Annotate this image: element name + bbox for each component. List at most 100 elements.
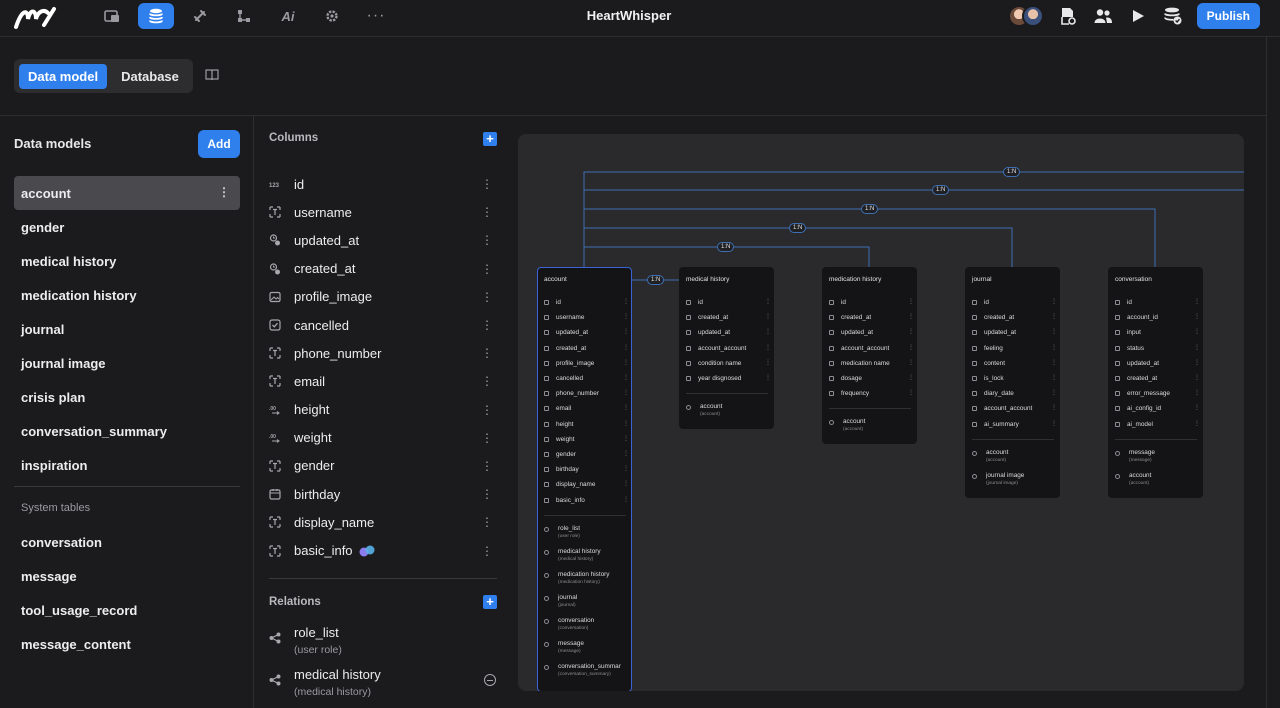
more-vertical-icon[interactable]: ⋮ [481, 431, 493, 445]
table-card-relation[interactable]: account (account) [686, 403, 772, 423]
table-card-field[interactable]: updated_at ⋮ [544, 328, 629, 338]
more-vertical-icon[interactable]: ⋮ [1051, 298, 1057, 307]
doc-settings-icon[interactable] [1057, 5, 1079, 27]
table-card-field[interactable]: updated_at ⋮ [829, 328, 914, 338]
table-card-field[interactable]: profile_image ⋮ [544, 359, 629, 369]
more-vertical-icon[interactable]: ⋮ [623, 420, 629, 429]
more-vertical-icon[interactable]: ⋮ [623, 480, 629, 489]
more-vertical-icon[interactable]: ⋮ [1194, 313, 1200, 322]
add-relation-button[interactable]: + [483, 595, 497, 609]
more-vertical-icon[interactable]: ⋮ [1051, 328, 1057, 337]
more-vertical-icon[interactable]: ⋮ [481, 233, 493, 247]
model-item-inspiration[interactable]: inspiration [14, 448, 240, 482]
more-vertical-icon[interactable]: ⋮ [481, 459, 493, 473]
table-card-field[interactable]: username ⋮ [544, 313, 629, 323]
table-card-account[interactable]: account id ⋮ username ⋮ updated_at ⋮ created_at… [537, 267, 632, 691]
table-card-relation[interactable]: medication history (medication history) [544, 571, 630, 591]
model-item-medical-history[interactable]: medical history [14, 244, 240, 278]
table-card-field[interactable]: id ⋮ [1115, 298, 1200, 308]
model-item-gender[interactable]: gender [14, 210, 240, 244]
more-vertical-icon[interactable]: ⋮ [481, 544, 493, 558]
table-card-medical-history[interactable]: medical history id ⋮ created_at ⋮ updated_at ⋮… [679, 267, 774, 430]
add-column-button[interactable]: + [483, 132, 497, 146]
table-card-field[interactable]: display_name ⋮ [544, 480, 629, 490]
play-icon[interactable] [1127, 5, 1149, 27]
table-card-field[interactable]: updated_at ⋮ [972, 328, 1057, 338]
more-vertical-icon[interactable]: ⋮ [623, 344, 629, 353]
column-row[interactable]: cancelled ⋮ [269, 311, 499, 339]
table-card-field[interactable]: year disgnosed ⋮ [686, 374, 771, 384]
table-card-field[interactable]: created_at ⋮ [829, 313, 914, 323]
table-card-field[interactable]: created_at ⋮ [686, 313, 771, 323]
table-card-field[interactable]: email ⋮ [544, 404, 629, 414]
more-vertical-icon[interactable]: ⋮ [908, 298, 914, 307]
column-row[interactable]: phone_number ⋮ [269, 339, 499, 367]
model-item-conversation-summary[interactable]: conversation_summary [14, 414, 240, 448]
table-card-field[interactable]: phone_number ⋮ [544, 389, 629, 399]
remove-relation-icon[interactable] [484, 674, 496, 686]
more-vertical-icon[interactable]: ⋮ [623, 435, 629, 444]
table-card-field[interactable]: account_account ⋮ [972, 404, 1057, 414]
more-vertical-icon[interactable]: ⋮ [1194, 389, 1200, 398]
users-icon[interactable] [1092, 5, 1114, 27]
column-row[interactable]: display_name ⋮ [269, 508, 499, 536]
table-card-field[interactable]: id ⋮ [686, 298, 771, 308]
more-vertical-icon[interactable]: ⋮ [765, 374, 771, 383]
table-card-field[interactable]: account_account ⋮ [686, 344, 771, 354]
system-item-message[interactable]: message [14, 559, 240, 593]
table-card-field[interactable]: account_id ⋮ [1115, 313, 1200, 323]
more-vertical-icon[interactable]: ⋮ [765, 359, 771, 368]
more-vertical-icon[interactable]: ⋮ [1051, 420, 1057, 429]
more-vertical-icon[interactable]: ⋮ [1194, 359, 1200, 368]
more-vertical-icon[interactable]: ⋮ [623, 496, 629, 505]
model-item-journal-image[interactable]: journal image [14, 346, 240, 380]
table-card-journal[interactable]: journal id ⋮ created_at ⋮ updated_at ⋮ feeling ⋮… [965, 267, 1060, 498]
more-vertical-icon[interactable]: ⋮ [1051, 344, 1057, 353]
table-card-field[interactable]: error_message ⋮ [1115, 389, 1200, 399]
more-vertical-icon[interactable]: ⋮ [908, 328, 914, 337]
more-vertical-icon[interactable]: ⋮ [1051, 389, 1057, 398]
table-card-relation[interactable]: journal (journal) [544, 594, 630, 614]
more-vertical-icon[interactable]: ⋮ [623, 313, 629, 322]
table-card-relation[interactable]: conversation (conversation) [544, 617, 630, 637]
more-vertical-icon[interactable]: ⋮ [1051, 313, 1057, 322]
model-item-medication-history[interactable]: medication history [14, 278, 240, 312]
more-vertical-icon[interactable]: ⋮ [481, 290, 493, 304]
publish-button[interactable]: Publish [1196, 3, 1260, 29]
more-vertical-icon[interactable]: ⋮ [623, 465, 629, 474]
scrollbar[interactable] [1266, 37, 1280, 708]
more-vertical-icon[interactable]: ⋮ [1194, 298, 1200, 307]
system-item-tool-usage-record[interactable]: tool_usage_record [14, 593, 240, 627]
column-row[interactable]: .00 height ⋮ [269, 396, 499, 424]
table-card-field[interactable]: input ⋮ [1115, 328, 1200, 338]
more-vertical-icon[interactable]: ⋮ [481, 346, 493, 360]
table-card-field[interactable]: id ⋮ [972, 298, 1057, 308]
column-row[interactable]: .00 weight ⋮ [269, 424, 499, 452]
more-vertical-icon[interactable]: ⋮ [481, 515, 493, 529]
table-card-relation[interactable]: message (message) [544, 640, 630, 660]
table-card-field[interactable]: created_at ⋮ [1115, 374, 1200, 384]
table-card-field[interactable]: feeling ⋮ [972, 344, 1057, 354]
system-item-message-content[interactable]: message_content [14, 627, 240, 661]
more-vertical-icon[interactable]: ⋮ [908, 344, 914, 353]
table-card-field[interactable]: created_at ⋮ [972, 313, 1057, 323]
table-card-medication-history[interactable]: medication history id ⋮ created_at ⋮ updated_… [822, 267, 917, 445]
table-card-relation[interactable]: account (account) [829, 418, 915, 438]
more-vertical-icon[interactable]: ⋮ [1194, 344, 1200, 353]
column-row[interactable]: gender ⋮ [269, 452, 499, 480]
more-vertical-icon[interactable]: ⋮ [1194, 404, 1200, 413]
table-card-field[interactable]: ai_summary ⋮ [972, 420, 1057, 430]
more-vertical-icon[interactable]: ⋮ [765, 298, 771, 307]
more-vertical-icon[interactable]: ⋮ [481, 374, 493, 388]
more-vertical-icon[interactable]: ⋮ [481, 205, 493, 219]
more-vertical-icon[interactable]: ⋮ [1194, 420, 1200, 429]
more-vertical-icon[interactable]: ⋮ [1194, 374, 1200, 383]
more-vertical-icon[interactable]: ⋮ [623, 328, 629, 337]
table-card-relation[interactable]: message (message) [1115, 449, 1201, 469]
model-item-crisis-plan[interactable]: crisis plan [14, 380, 240, 414]
more-vertical-icon[interactable]: ⋮ [623, 359, 629, 368]
database-check-icon[interactable] [1162, 5, 1184, 27]
column-row[interactable]: username ⋮ [269, 198, 499, 226]
column-row[interactable]: basic_info ⋮ [269, 536, 499, 564]
table-card-field[interactable]: gender ⋮ [544, 450, 629, 460]
